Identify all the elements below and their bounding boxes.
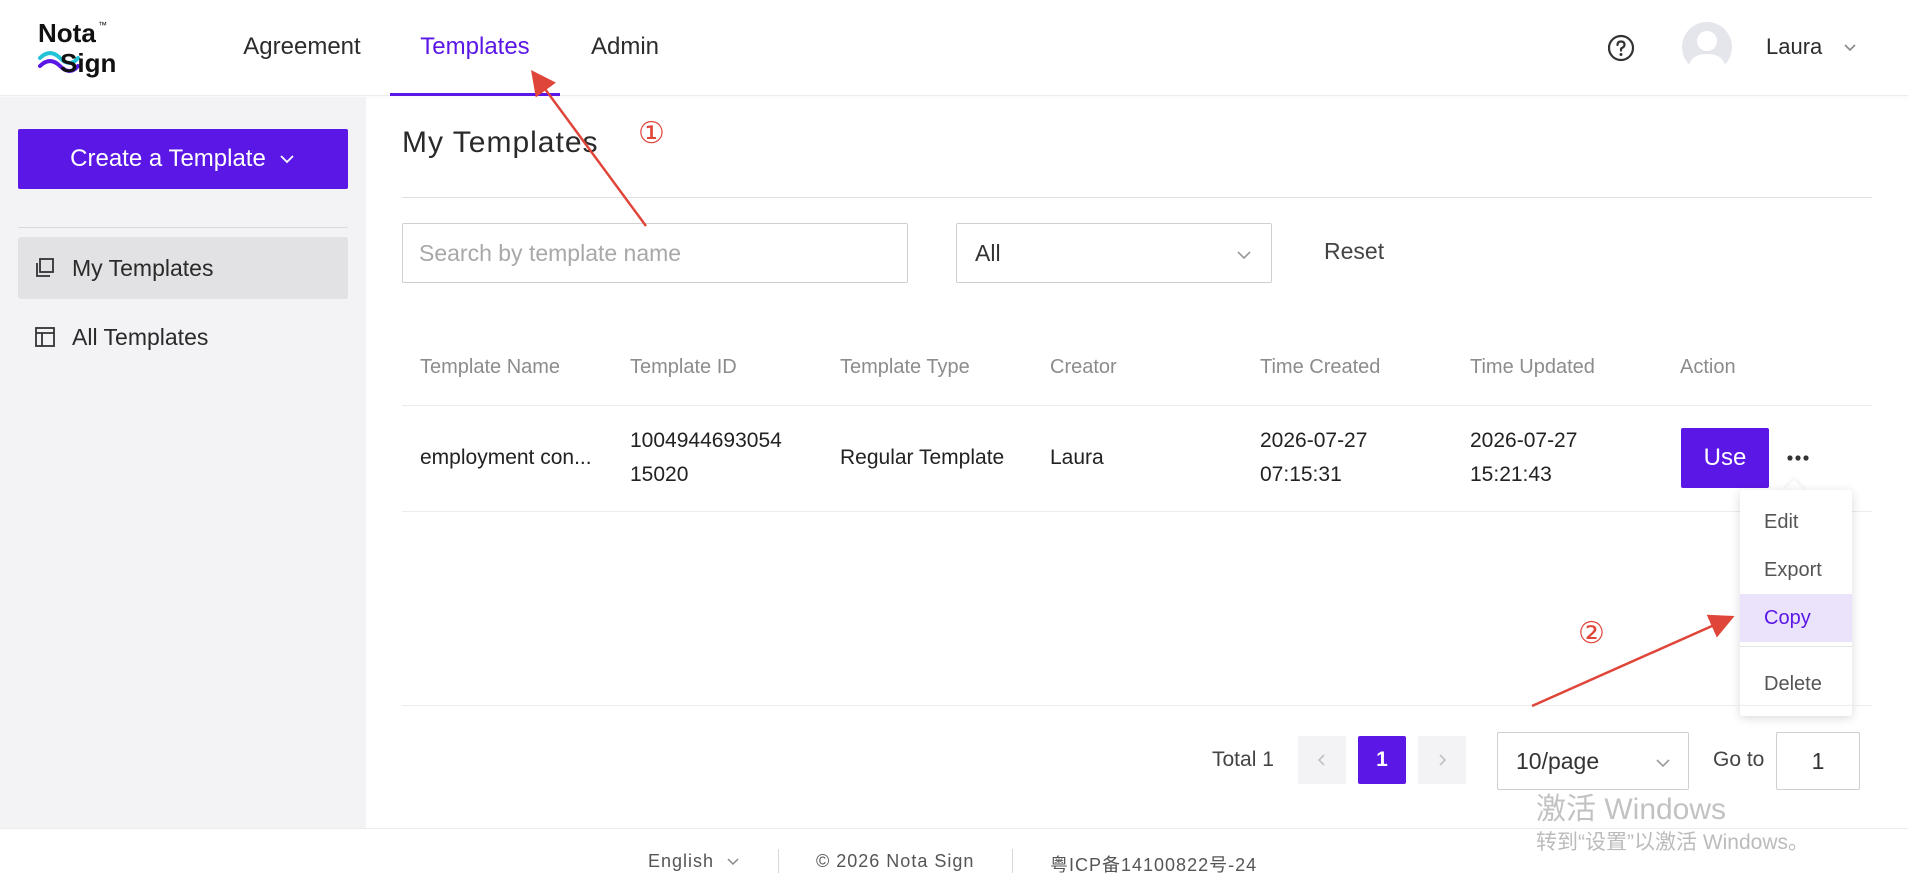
chevron-right-icon [1439, 754, 1447, 766]
chevron-down-icon [1656, 759, 1670, 768]
column-header-time-created: Time Created [1260, 356, 1381, 378]
menu-item-edit[interactable]: Edit [1740, 498, 1852, 546]
top-header: Nota ™ Sign Agreement Templates Admin La… [0, 0, 1908, 96]
cell-time-created-date: 2026-07-27 [1260, 429, 1368, 452]
action-dropdown-menu: Edit Export Copy Delete [1740, 490, 1852, 716]
page-size-value: 10/page [1516, 748, 1600, 774]
footer-copyright: © 2026 Nota Sign [816, 851, 975, 871]
menu-item-export[interactable]: Export [1740, 546, 1852, 594]
goto-page-input[interactable] [1776, 732, 1860, 790]
next-page-button[interactable] [1418, 736, 1466, 784]
page-title: My Templates [402, 126, 599, 159]
more-horizontal-icon[interactable] [1784, 446, 1812, 470]
cell-time-updated-date: 2026-07-27 [1470, 429, 1578, 452]
language-selector[interactable]: English [648, 851, 740, 872]
avatar[interactable] [1682, 22, 1732, 72]
sidebar-divider [18, 227, 348, 228]
cell-template-type: Regular Template [840, 446, 1005, 469]
chevron-left-icon [1317, 754, 1325, 766]
user-name[interactable]: Laura [1766, 34, 1822, 60]
column-header-action: Action [1680, 356, 1736, 378]
menu-item-delete[interactable]: Delete [1740, 660, 1852, 708]
help-icon[interactable] [1607, 34, 1635, 62]
search-input[interactable] [402, 223, 908, 283]
create-template-label: Create a Template [70, 145, 266, 172]
column-header-template-type: Template Type [840, 356, 970, 378]
cell-time-created-time: 07:15:31 [1260, 463, 1342, 486]
prev-page-button[interactable] [1298, 736, 1346, 784]
svg-text:Sign: Sign [60, 48, 116, 78]
activation-watermark-title: 激活 Windows [1536, 793, 1727, 826]
reset-button[interactable]: Reset [1324, 238, 1384, 265]
cell-template-name[interactable]: employment con... [420, 441, 592, 475]
menu-divider [1740, 646, 1852, 647]
column-header-time-updated: Time Updated [1470, 356, 1595, 378]
svg-text:Nota: Nota [38, 18, 96, 48]
sidebar-item-label: All Templates [72, 323, 209, 350]
activation-watermark-subtitle: 转到“设置”以激活 Windows。 [1536, 831, 1810, 854]
use-button[interactable]: Use [1681, 428, 1769, 488]
pagination-total: Total 1 [1212, 748, 1274, 771]
column-header-creator: Creator [1050, 356, 1117, 378]
cell-template-id-line1: 1004944693054 [630, 429, 782, 452]
footer-icp-link[interactable]: 粤ICP备14100822号-24 [1050, 851, 1257, 877]
annotation-marker-2: ② [1578, 617, 1605, 650]
nav-admin[interactable]: Admin [584, 0, 666, 96]
table-row-divider [402, 511, 1872, 512]
copy-icon [36, 258, 54, 277]
nav-agreement[interactable]: Agreement [236, 0, 368, 96]
column-header-template-name: Template Name [420, 356, 561, 378]
chevron-down-icon [1237, 251, 1251, 260]
cell-creator: Laura [1050, 446, 1104, 469]
footer-separator [1012, 849, 1013, 873]
cell-time-updated-time: 15:21:43 [1470, 463, 1552, 486]
nota-sign-logo[interactable]: Nota ™ Sign [38, 18, 148, 80]
menu-item-copy[interactable]: Copy [1740, 594, 1852, 642]
title-divider [402, 197, 1872, 198]
page-number-current[interactable]: 1 [1358, 736, 1406, 784]
column-header-template-id: Template ID [630, 356, 737, 378]
annotation-arrow-2 [1531, 614, 1735, 708]
svg-text:™: ™ [98, 20, 107, 30]
page-size-select[interactable]: 10/page [1497, 732, 1689, 790]
template-type-filter[interactable]: All [956, 223, 1272, 283]
chevron-down-icon [727, 857, 739, 865]
language-label: English [648, 851, 715, 871]
goto-label: Go to [1713, 748, 1765, 771]
chevron-down-icon [280, 155, 294, 164]
sidebar-item-label: My Templates [72, 254, 214, 281]
filter-selected-value: All [975, 240, 1001, 266]
chevron-down-icon[interactable] [1842, 40, 1858, 56]
table-bottom-divider [402, 705, 1872, 706]
create-template-button[interactable]: Create a Template [18, 129, 348, 189]
cell-template-id-line2: 15020 [630, 463, 689, 486]
sidebar-item-my-templates[interactable]: My Templates [18, 237, 348, 299]
layout-icon [35, 327, 55, 347]
nav-templates[interactable]: Templates [390, 0, 560, 96]
sidebar-item-all-templates[interactable]: All Templates [18, 306, 348, 368]
sidebar: Create a Template My Templates All Templ… [0, 97, 366, 828]
table-header-divider [402, 405, 1872, 406]
footer-separator [778, 849, 779, 873]
annotation-marker-1: ① [638, 117, 665, 150]
